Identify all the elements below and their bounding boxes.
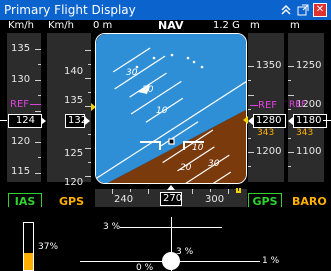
alt-right-pointer-icon — [288, 117, 293, 125]
alt-right-tick: 1100 — [296, 146, 322, 157]
window-popout-icon[interactable] — [296, 3, 310, 17]
speed-left-ref-label: REF — [10, 99, 30, 110]
heading-pointer-icon — [167, 185, 175, 190]
speed-left-current-value: 124 — [15, 115, 35, 126]
window-title: Primary Flight Display — [4, 3, 136, 17]
close-x-icon[interactable]: ✕ — [313, 3, 327, 17]
double-chevron-up-icon[interactable] — [279, 3, 293, 17]
speed-left-pointer-icon — [41, 117, 46, 125]
throttle-percent-label: 37% — [38, 242, 59, 252]
speed-tape-right — [47, 33, 91, 182]
alt-right-target: 343 — [296, 128, 314, 138]
alt-left-tick: 1200 — [256, 146, 282, 157]
slider-right-label: 1 % — [262, 256, 280, 266]
speed-right-pointer-icon — [85, 117, 90, 125]
speed-unit-right: Km/h — [48, 20, 75, 31]
pitch-label-lower: 10 — [192, 143, 204, 153]
alt-right-current-box: 1180 — [293, 114, 327, 128]
heading-tick: 300 — [205, 194, 225, 205]
speed-right-current-box: 132 — [65, 114, 87, 128]
alt-left-pointer-icon — [248, 117, 253, 125]
window-titlebar: Primary Flight Display ✕ — [0, 0, 331, 20]
slider-thumb[interactable] — [162, 252, 180, 270]
speed-left-tick: 120 — [11, 136, 31, 147]
slider-bottom-label: 0 % — [136, 263, 154, 271]
speed-left-tick: 130 — [11, 74, 31, 85]
heading-tick: 240 — [114, 194, 134, 205]
alt-left-ref-label: REF — [258, 100, 278, 111]
heading-bug-icon — [236, 188, 241, 193]
alt-right-current-value: 1180 — [296, 115, 322, 126]
speed-left-current-box: 124 — [8, 114, 42, 128]
speed-left-tick: 115 — [11, 166, 31, 177]
slider-top-label: 3 % — [103, 222, 121, 232]
heading-current-value: 270 — [163, 193, 183, 204]
bottom-controls: 37% 3 % 3 % 0 % 1 % — [0, 207, 331, 271]
pitch-label-upper: 30 — [126, 68, 138, 78]
alt-right-tick: 1250 — [296, 60, 322, 71]
g-load-label: 1.2 G — [213, 20, 240, 31]
speed-left-tick: 135 — [11, 43, 31, 54]
heading-zero-label: 0 m — [93, 20, 113, 31]
speed-right-tick: 120 — [64, 177, 84, 188]
pitch-label-upper: 10 — [156, 106, 168, 116]
pitch-label-lower: 30 — [208, 159, 220, 169]
speed-unit-left: Km/h — [8, 20, 35, 31]
speed-right-tick: 135 — [64, 95, 84, 106]
speed-right-tick: 125 — [64, 148, 84, 159]
nav-mode-label: NAV — [158, 19, 184, 32]
pitch-label-lower: 20 — [180, 163, 192, 173]
alt-left-tick: 1350 — [256, 60, 282, 71]
attitude-indicator: 10 20 30 10 20 30 — [95, 33, 247, 184]
speed-right-tick: 140 — [64, 66, 84, 77]
heading-current-box: 270 — [160, 192, 182, 206]
alt-unit-left: m — [250, 20, 260, 31]
alt-left-current-value: 1280 — [256, 115, 282, 126]
alt-left-current-box: 1280 — [253, 114, 286, 128]
alt-left-target: 343 — [257, 128, 275, 138]
alt-right-ref-label: REF — [289, 100, 307, 110]
throttle-gauge — [23, 222, 34, 271]
alt-unit-right: m — [290, 20, 300, 31]
